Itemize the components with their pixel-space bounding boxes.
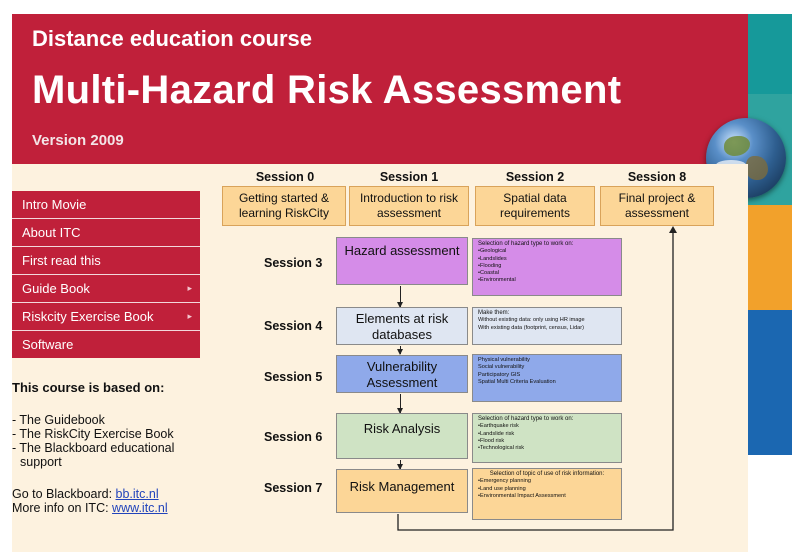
feedback-connector <box>397 226 677 531</box>
page: Distance education course Multi-Hazard R… <box>0 0 792 552</box>
